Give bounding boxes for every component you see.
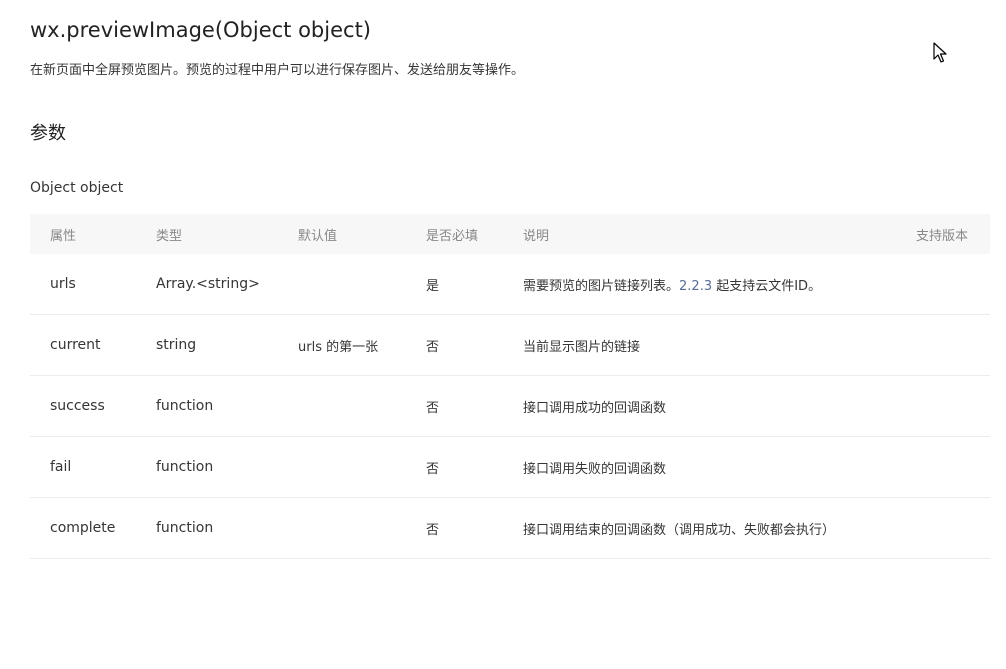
description-text: 需要预览的图片链接列表。 [523, 278, 680, 294]
page-title: wx.previewImage(Object object) [30, 18, 371, 42]
cell-description: 接口调用失败的回调函数 [523, 436, 888, 498]
table-row: urls Array.<string> 是 需要预览的图片链接列表。2.2.3 … [30, 254, 990, 315]
table-header-row: 属性 类型 默认值 是否必填 说明 支持版本 [30, 214, 990, 254]
description-text-after: 起支持云文件ID。 [712, 278, 822, 294]
cell-default [298, 254, 426, 315]
table-row: success function 否 接口调用成功的回调函数 [30, 375, 990, 437]
table-row: fail function 否 接口调用失败的回调函数 [30, 436, 990, 498]
cell-version [888, 254, 990, 315]
params-table: 属性 类型 默认值 是否必填 说明 支持版本 urls Array.<strin… [30, 214, 990, 559]
page-description: 在新页面中全屏预览图片。预览的过程中用户可以进行保存图片、发送给朋友等操作。 [30, 63, 525, 78]
cell-required: 否 [426, 497, 523, 559]
cell-property: urls [30, 254, 156, 315]
cell-required: 否 [426, 314, 523, 376]
cell-type: Array.<string> [156, 254, 298, 315]
cell-required: 否 [426, 375, 523, 437]
col-header-default: 默认值 [298, 228, 338, 244]
col-header-type: 类型 [156, 228, 183, 244]
cell-type: function [156, 375, 298, 437]
cell-version [888, 314, 990, 376]
cell-default [298, 375, 426, 437]
cell-default [298, 436, 426, 498]
cell-type: function [156, 436, 298, 498]
cell-property: complete [30, 497, 156, 559]
col-header-required: 是否必填 [426, 228, 479, 244]
cell-required: 是 [426, 254, 523, 315]
object-label: Object object [30, 180, 124, 196]
cell-property: current [30, 314, 156, 376]
cell-type: function [156, 497, 298, 559]
table-row: complete function 否 接口调用结束的回调函数（调用成功、失败都… [30, 497, 990, 559]
cell-default: urls 的第一张 [298, 314, 426, 376]
mouse-pointer-icon [933, 42, 947, 63]
cell-required: 否 [426, 436, 523, 498]
col-header-version: 支持版本 [915, 228, 968, 244]
table-row: current string urls 的第一张 否 当前显示图片的链接 [30, 314, 990, 376]
cell-description: 需要预览的图片链接列表。2.2.3 起支持云文件ID。 [523, 254, 888, 315]
version-link[interactable]: 2.2.3 [679, 279, 712, 294]
cell-property: success [30, 375, 156, 437]
cell-description: 当前显示图片的链接 [523, 314, 888, 376]
cell-version [888, 497, 990, 559]
cell-version [888, 436, 990, 498]
cell-description: 接口调用成功的回调函数 [523, 375, 888, 437]
cell-version [888, 375, 990, 437]
section-title-params: 参数 [30, 123, 66, 144]
cell-type: string [156, 314, 298, 376]
col-header-description: 说明 [523, 228, 550, 244]
cell-default [298, 497, 426, 559]
doc-page: wx.previewImage(Object object) 在新页面中全屏预览… [0, 0, 1006, 669]
cell-property: fail [30, 436, 156, 498]
col-header-property: 属性 [50, 228, 77, 244]
cell-description: 接口调用结束的回调函数（调用成功、失败都会执行） [523, 497, 888, 559]
